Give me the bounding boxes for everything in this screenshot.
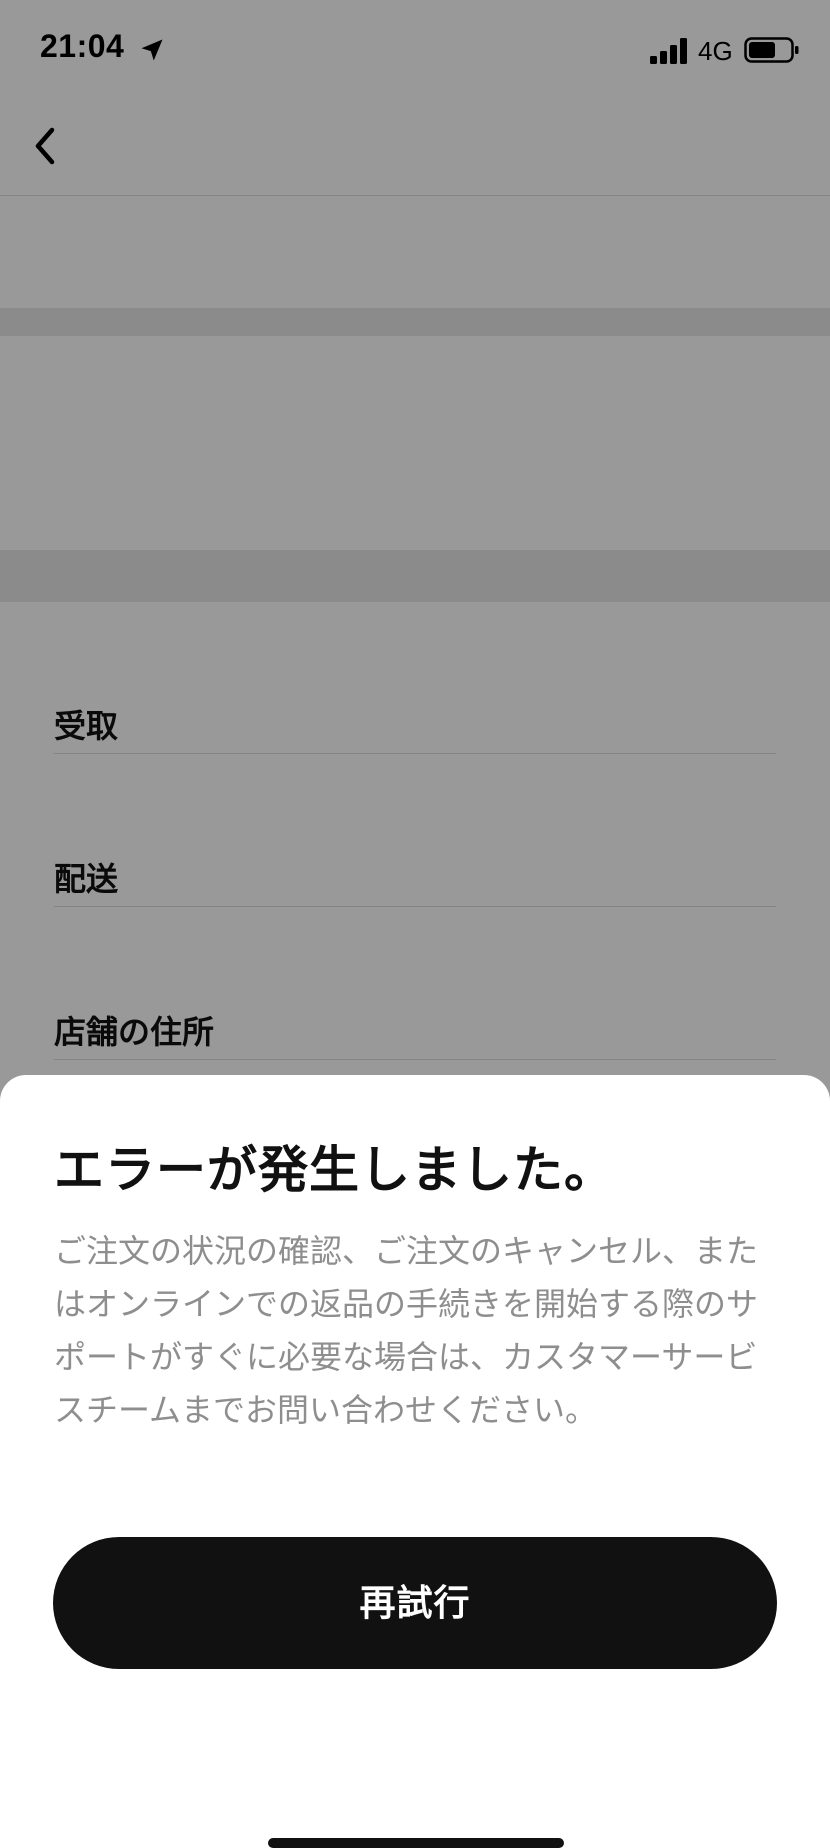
app-screen: 21:04 4G 受取 配送 店舗の住所 エラーが発生しました。 ご注文の状況の… bbox=[0, 0, 830, 1848]
retry-button[interactable]: 再試行 bbox=[53, 1537, 777, 1669]
home-indicator[interactable] bbox=[268, 1838, 564, 1848]
retry-button-label: 再試行 bbox=[359, 1582, 471, 1623]
error-bottom-sheet: エラーが発生しました。 ご注文の状況の確認、ご注文のキャンセル、またはオンライン… bbox=[0, 1075, 830, 1848]
error-title: エラーが発生しました。 bbox=[54, 1141, 615, 1199]
error-message: ご注文の状況の確認、ご注文のキャンセル、またはオンラインでの返品の手続きを開始す… bbox=[54, 1232, 759, 1429]
